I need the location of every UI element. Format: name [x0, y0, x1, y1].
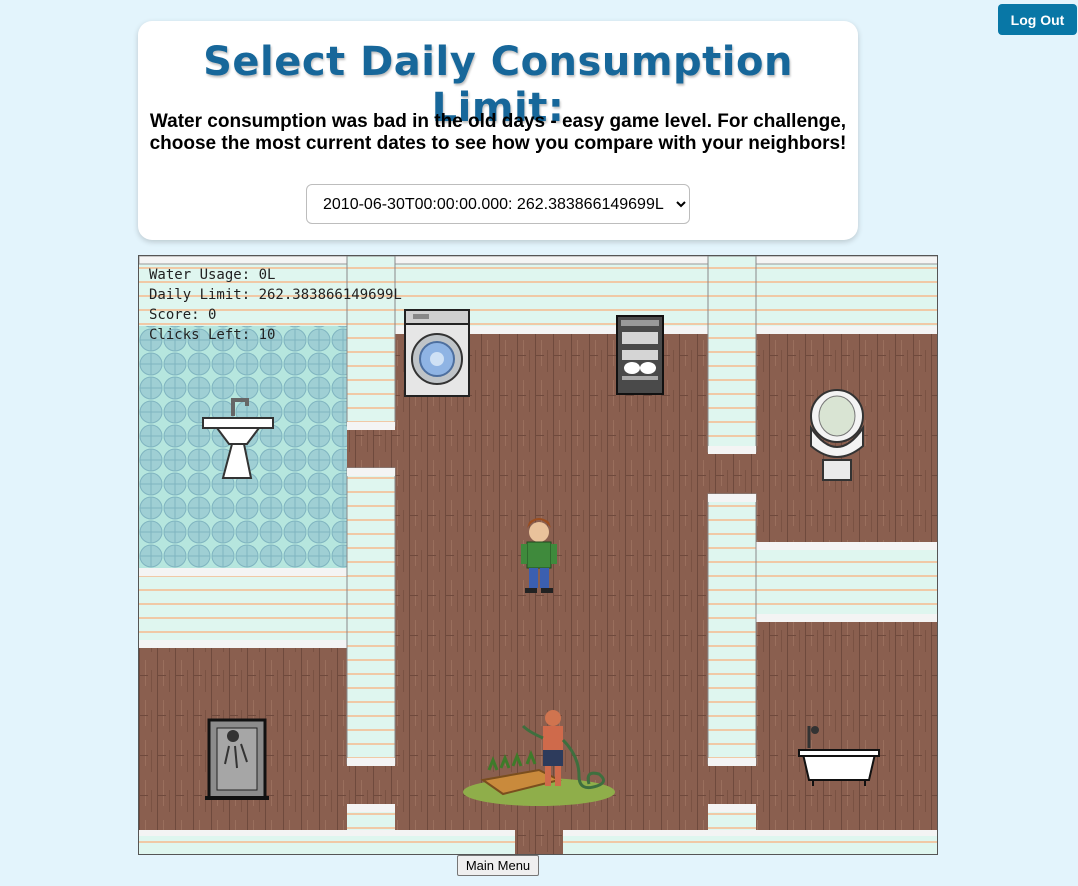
limit-card: Select Daily Consumption Limit: Water co… [138, 21, 858, 240]
instructions-line-1: Water consumption was bad in the old day… [149, 111, 847, 132]
right-room-wall [755, 542, 937, 622]
score-text: Score: 0 [149, 307, 217, 323]
instructions-line-2: choose the most current dates to see how… [149, 133, 847, 154]
left-room-wall [139, 568, 347, 648]
instructions-text: Water consumption was bad in the old day… [148, 111, 848, 155]
logout-button[interactable]: Log Out [998, 4, 1077, 35]
shower-icon[interactable] [205, 718, 269, 800]
dishwasher-icon[interactable] [616, 315, 664, 395]
clicks-left-text: Clicks Left: 10 [149, 327, 276, 343]
game-canvas[interactable]: Water Usage: 0L Daily Limit: 262.3838661… [138, 255, 938, 855]
right-vertical-wall-upper [707, 256, 757, 453]
consumption-limit-select[interactable]: 2010-06-30T00:00:00.000: 262.38386614969… [306, 184, 690, 224]
water-usage-text: Water Usage: 0L [149, 267, 276, 283]
main-menu-button[interactable]: Main Menu [457, 855, 539, 876]
daily-limit-text: Daily Limit: 262.383866149699L [149, 287, 402, 303]
right-vertical-wall-lower [707, 493, 757, 765]
washing-machine-icon[interactable] [404, 309, 470, 397]
game-hud: Water Usage: 0L Daily Limit: 262.3838661… [149, 265, 402, 345]
left-vertical-wall-lower [346, 467, 396, 765]
